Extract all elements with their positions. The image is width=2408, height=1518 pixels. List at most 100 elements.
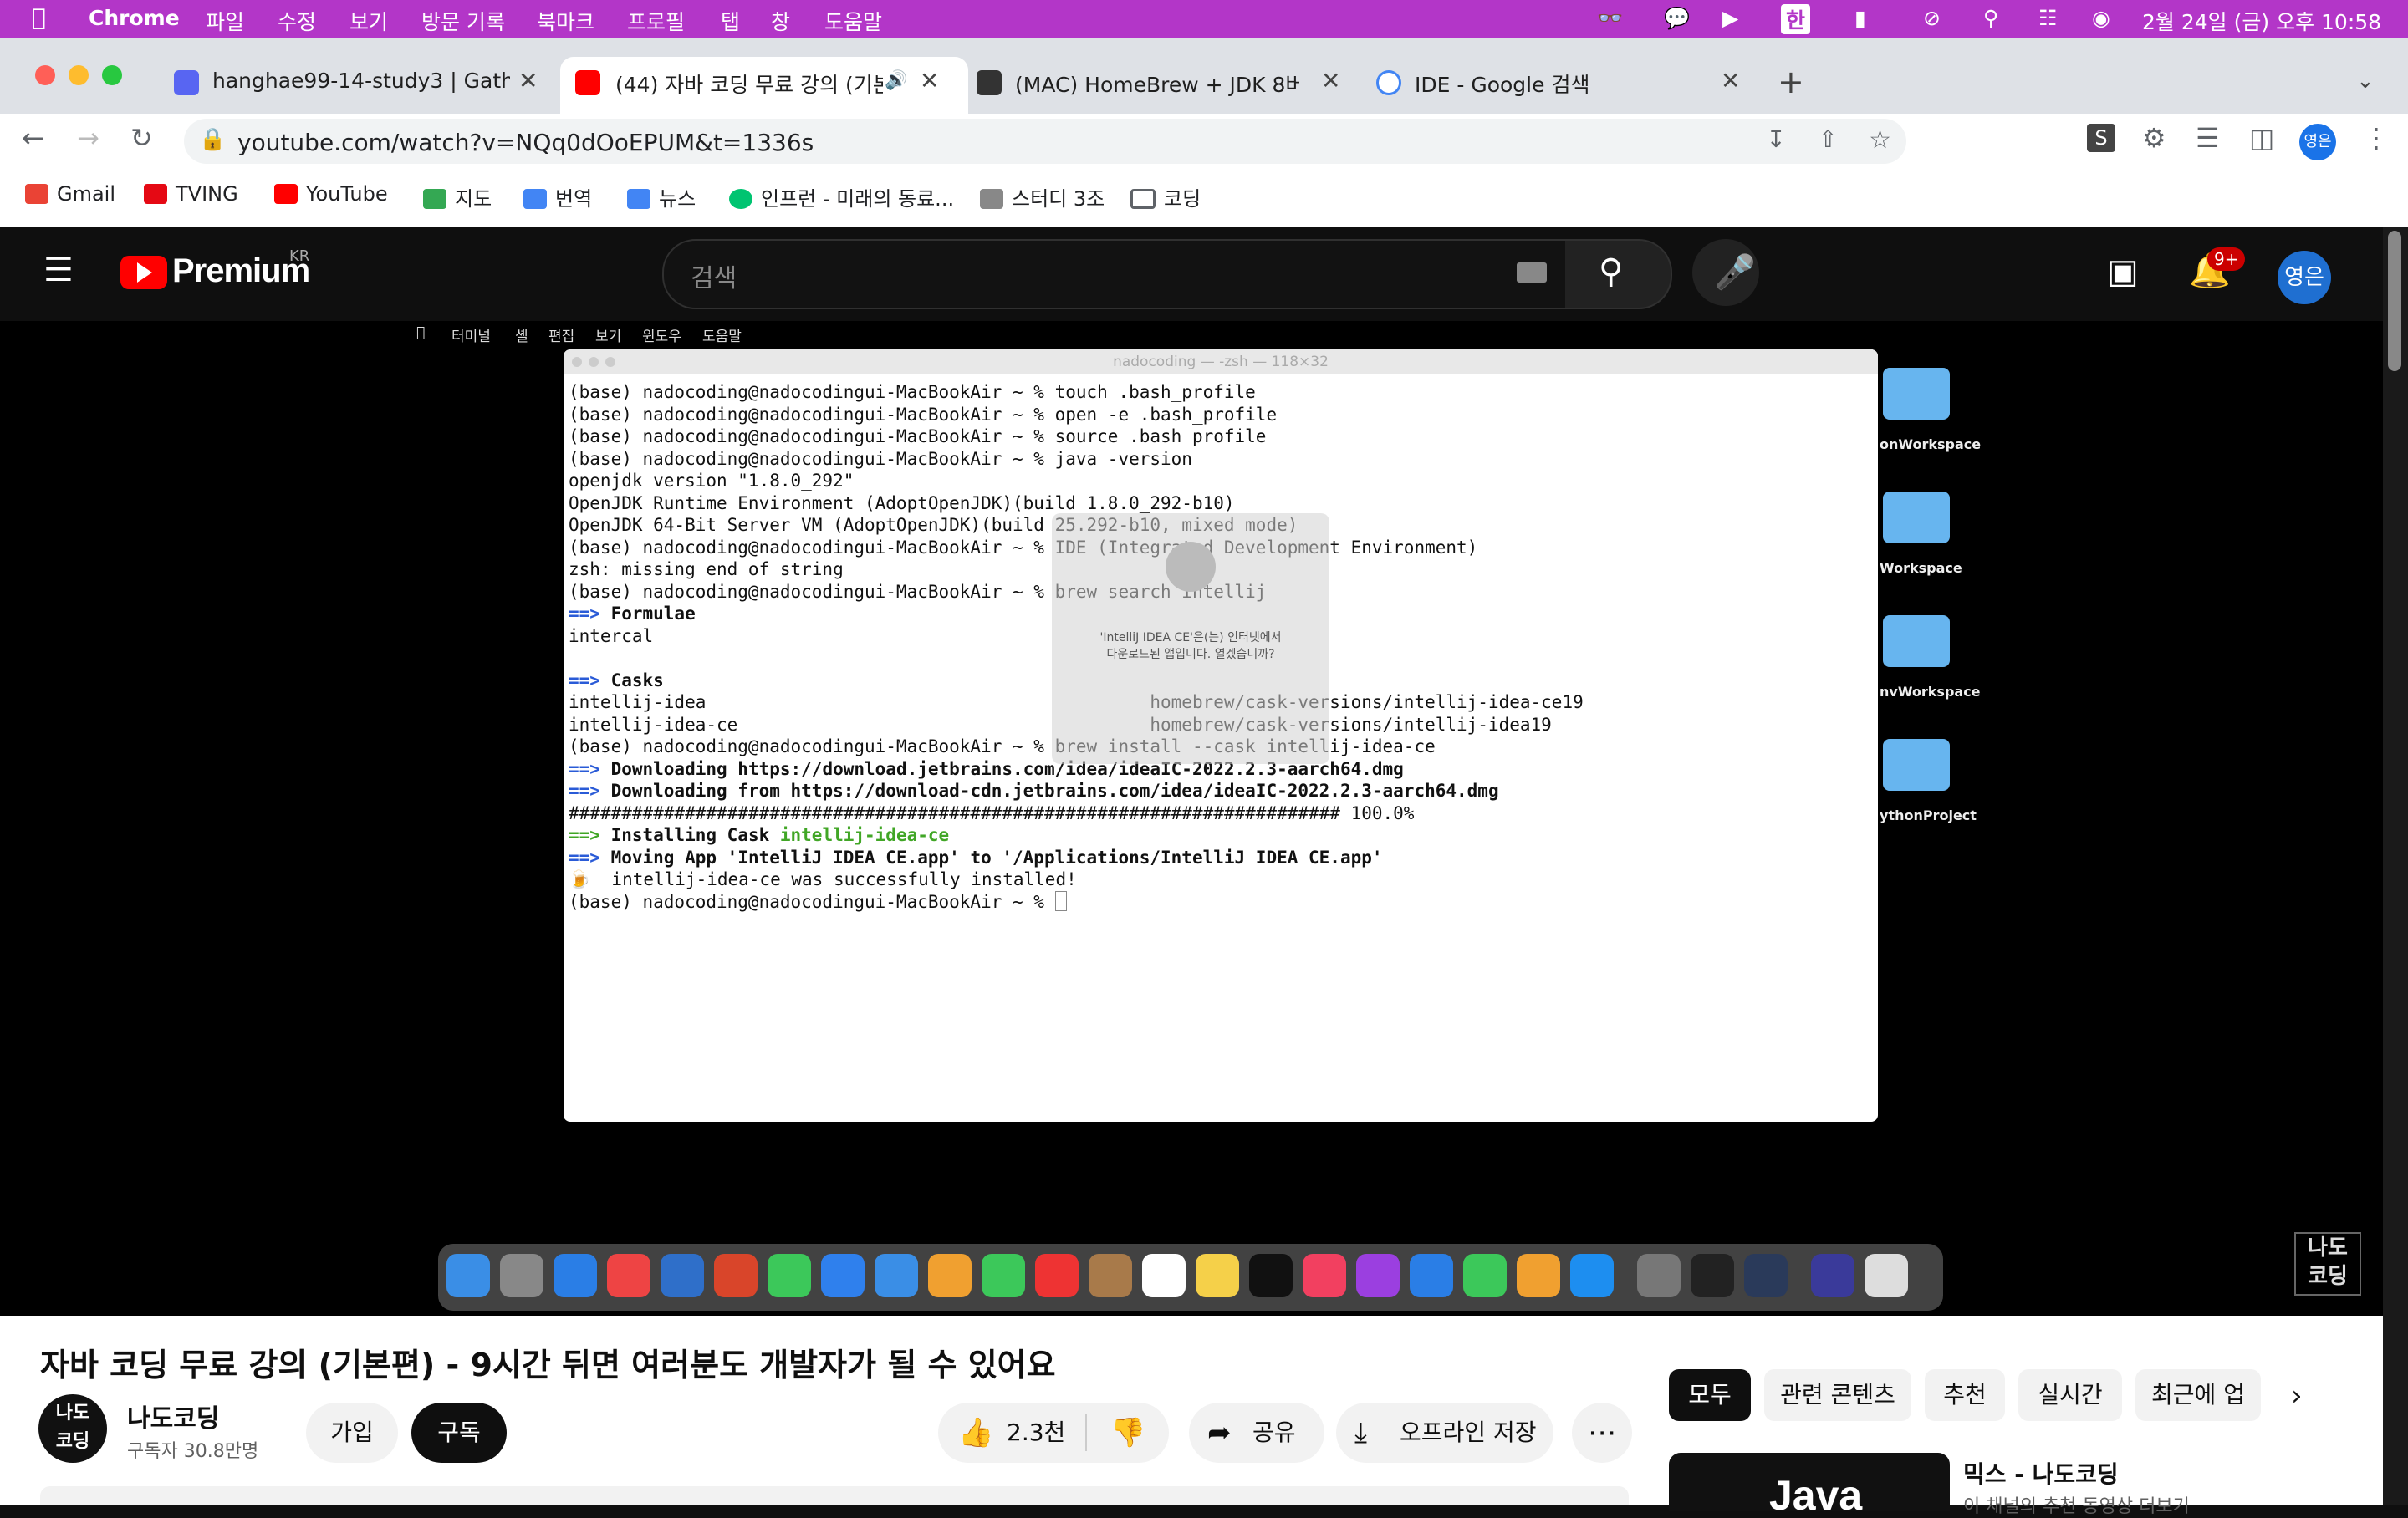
share-icon[interactable]: ⇧ [1819,125,1838,153]
reload-icon[interactable]: ↻ [130,122,153,154]
tab-close-icon[interactable]: ✕ [1321,67,1340,94]
subscribe-button[interactable]: 구독 [411,1403,507,1463]
search-icon[interactable]: ⚲ [1983,6,1998,30]
bookmark-inflearn[interactable]: 인프런 - 미래의 동료... [729,182,954,211]
tab-audio-icon[interactable]: 🔊 [885,70,907,91]
folder-icon [1130,189,1156,209]
battery-icon[interactable]: ▮ [1854,6,1866,30]
menubar-item-help[interactable]: 도움말 [824,6,882,36]
menubar-item-history[interactable]: 방문 기록 [421,6,505,36]
chip-recent[interactable]: 최근에 업 [2135,1369,2261,1421]
next-video-thumbnail[interactable]: Java [1669,1453,1950,1511]
reading-glasses-icon[interactable]: 👓 [1597,6,1623,31]
tab-close-icon[interactable]: ✕ [518,67,538,94]
menubar-item-profile[interactable]: 프로필 [627,6,685,36]
address-bar[interactable]: 🔒 youtube.com/watch?v=NQq0dOoEPUM&t=1336… [184,119,1906,164]
back-arrow-icon[interactable]: ← [22,122,44,154]
next-video-title[interactable]: 믹스 - 나도코딩 [1963,1456,2119,1490]
menubar-app-name[interactable]: Chrome [89,6,180,30]
new-tab-plus-icon[interactable]: + [1778,64,1804,100]
bookmark-youtube[interactable]: YouTube [274,182,388,206]
tab-gather[interactable]: hanghae99-14-study3 | Gather ✕ [174,57,550,114]
channel-avatar[interactable]: 나도 코딩 [38,1394,107,1463]
tab-close-icon[interactable]: ✕ [1721,67,1740,94]
bookmark-news[interactable]: 뉴스 [627,182,696,211]
menubar-item-tab[interactable]: 탭 [721,6,740,36]
install-app-icon[interactable]: ↧ [1767,125,1786,153]
lock-icon[interactable]: 🔒 [199,127,226,152]
bookmark-maps[interactable]: 지도 [423,182,492,211]
thumbs-down-icon[interactable]: 👎 [1110,1403,1145,1463]
chip-all[interactable]: 모두 [1669,1369,1751,1421]
channel-name[interactable]: 나도코딩 [127,1398,219,1434]
terminal-line: (base) nadocoding@nadocodingui-MacBookAi… [569,425,1584,448]
window-minimize-button[interactable] [69,65,89,85]
dock-app-icon [1303,1254,1346,1297]
bookmark-star-icon[interactable]: ☆ [1869,125,1891,155]
terminal-text: ==> [569,781,611,801]
window-close-button[interactable] [35,65,55,85]
tab-google-search[interactable]: IDE - Google 검색 ✕ [1376,57,1752,114]
bookmark-label: 인프런 - 미래의 동료... [761,187,955,211]
youtube-search-button[interactable]: ⚲ [1565,239,1672,309]
bookmark-translate[interactable]: 번역 [523,182,592,211]
description-box[interactable] [40,1486,1629,1505]
terminal-window: nadocoding — -zsh — 118×32 (base) nadoco… [564,349,1878,1122]
tab-youtube-active[interactable]: (44) 자바 코딩 무료 강의 (기본 🔊 ✕ [560,57,968,114]
extension-s-icon[interactable]: S [2087,124,2115,152]
hamburger-menu-icon[interactable]: ☰ [43,251,74,289]
side-panel-icon[interactable]: ◫ [2249,122,2274,154]
url-text[interactable]: youtube.com/watch?v=NQq0dOoEPUM&t=1336s [237,129,814,156]
menubar-item-bookmarks[interactable]: 북마크 [537,6,594,36]
share-button[interactable]: ➦ 공유 [1189,1403,1324,1463]
chip-recommended[interactable]: 추천 [1925,1369,2005,1421]
video-menu-item: 보기 [595,329,622,345]
youtube-search-input[interactable]: 검색 [662,239,1569,309]
terminal-zoom-icon [605,357,615,367]
tab-search-chevron-icon[interactable]: ⌄ [2356,69,2375,94]
chip-live[interactable]: 실시간 [2018,1369,2122,1421]
extensions-puzzle-icon[interactable]: ⚙ [2142,122,2166,154]
media-control-icon[interactable]: ☰ [2196,122,2220,154]
youtube-avatar[interactable]: 영은 [2278,251,2331,304]
download-button[interactable]: ⤓ 오프라인 저장 [1336,1403,1553,1463]
tab-homebrew-jdk[interactable]: (MAC) HomeBrew + JDK 8버전 ✕ [977,57,1353,114]
profile-avatar[interactable]: 영은 [2299,124,2336,160]
join-button[interactable]: 가입 [306,1403,398,1463]
like-count[interactable]: 2.3천 [1007,1403,1065,1463]
window-zoom-button[interactable] [102,65,122,85]
menubar-item-view[interactable]: 보기 [349,6,388,36]
bookmark-folder-coding[interactable]: 코딩 [1130,182,1201,211]
menubar-item-file[interactable]: 파일 [206,6,244,36]
menubar-item-window[interactable]: 창 [771,6,790,36]
menubar-clock[interactable]: 2월 24일 (금) 오후 10:58 [2142,6,2381,36]
bookmark-tving[interactable]: TVING [144,182,238,206]
chat-icon[interactable]: 💬 [1664,6,1690,31]
more-actions-button[interactable]: ⋯ [1572,1403,1632,1463]
youtube-logo-icon[interactable] [120,256,167,289]
page-scrollbar[interactable] [2383,227,2408,1505]
create-video-icon[interactable]: ▣ [2107,252,2139,291]
chrome-menu-icon[interactable]: ⋮ [2363,122,2390,154]
video-player[interactable]:  터미널 셸 편집 보기 윈도우 도움말 nadocoding — -zsh … [0,321,2383,1316]
apple-icon[interactable]:  [32,3,46,31]
play-circle-icon[interactable]: ▶ [1722,6,1738,30]
thumbs-up-icon[interactable]: 👍 [958,1403,993,1463]
menubar-item-edit[interactable]: 수정 [278,6,316,36]
chip-related[interactable]: 관련 콘텐츠 [1764,1369,1911,1421]
download-icon: ⤓ [1354,1416,1368,1449]
chips-next-chevron-icon[interactable]: › [2291,1379,2303,1413]
forward-arrow-icon[interactable]: → [77,122,99,154]
dock-app-icon [554,1254,597,1297]
input-source-icon[interactable]: 한 [1781,4,1811,34]
wifi-off-icon[interactable]: ⊘ [1923,6,1941,30]
keyboard-icon[interactable] [1517,262,1547,283]
bookmark-gmail[interactable]: Gmail [25,182,115,206]
bookmark-label: 뉴스 [659,187,696,211]
scrollbar-thumb[interactable] [2388,231,2401,371]
siri-icon[interactable]: ◉ [2092,6,2110,30]
voice-search-button[interactable]: 🎤 [1692,239,1759,306]
tab-close-icon[interactable]: ✕ [920,67,939,94]
control-center-icon[interactable]: ☷ [2038,6,2057,30]
bookmark-study[interactable]: 스터디 3조 [980,182,1105,211]
